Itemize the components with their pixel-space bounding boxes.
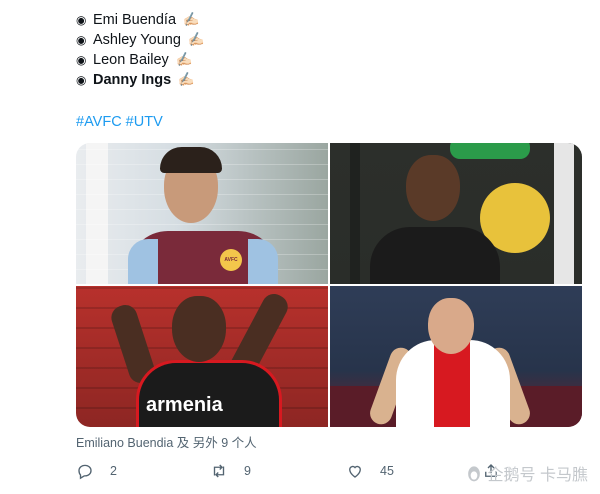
hashtags: #AVFC #UTV	[76, 114, 167, 130]
player-name: Leon Bailey	[93, 52, 169, 68]
writing-hand-icon: ✍🏻	[176, 70, 196, 89]
hair	[160, 147, 222, 173]
like-button[interactable]: 45	[346, 462, 394, 480]
retweet-button[interactable]: 9	[210, 462, 251, 480]
heart-icon	[349, 465, 361, 478]
reply-count: 2	[110, 464, 117, 478]
reply-button[interactable]: 2	[76, 462, 117, 480]
list-item: ◉ Leon Bailey ✍🏻	[76, 50, 586, 70]
sponsor-text: armenia	[146, 394, 223, 416]
bullet-icon: ◉	[76, 53, 87, 67]
gym-sign	[450, 143, 530, 159]
player-list: ◉ Emi Buendía ✍🏻 ◉ Ashley Young ✍🏻 ◉ Leo…	[76, 10, 586, 90]
photo-leon-bailey[interactable]: armenia	[76, 286, 328, 427]
watermark-text: 企鹅号 卡马膲	[487, 467, 588, 484]
bullet-icon: ◉	[76, 13, 87, 27]
player-head	[428, 298, 474, 354]
hashtag-link[interactable]: #AVFC	[76, 114, 122, 130]
player-head	[172, 296, 226, 362]
photo-emi-buendia[interactable]: AVFC	[76, 143, 328, 284]
writing-hand-icon: ✍🏻	[181, 10, 201, 29]
player-head	[406, 155, 460, 221]
player-name: Emi Buendía	[93, 12, 177, 28]
player-name: Danny Ings	[93, 72, 172, 88]
gym-bar	[350, 143, 360, 284]
list-item: ◉ Emi Buendía ✍🏻	[76, 10, 586, 30]
reply-icon	[78, 464, 92, 480]
tagged-people[interactable]: Emiliano Buendia 及 另外 9 个人	[76, 432, 257, 451]
bullet-icon: ◉	[76, 73, 87, 87]
list-item: ◉ Danny Ings ✍🏻	[76, 70, 586, 90]
jersey	[370, 227, 500, 284]
player-name: Ashley Young	[93, 32, 181, 48]
list-item: ◉ Ashley Young ✍🏻	[76, 30, 586, 50]
rack-post	[554, 143, 574, 284]
photo-ashley-young[interactable]	[330, 143, 582, 284]
like-count: 45	[380, 464, 394, 478]
club-badge: AVFC	[220, 249, 242, 271]
retweet-count: 9	[244, 464, 251, 478]
photo-danny-ings[interactable]	[330, 286, 582, 427]
tweet-body: ◉ Emi Buendía ✍🏻 ◉ Ashley Young ✍🏻 ◉ Leo…	[76, 10, 586, 480]
jersey-sleeve	[128, 239, 158, 284]
hashtag-link[interactable]: #UTV	[126, 114, 163, 130]
jersey-sleeve	[248, 239, 278, 284]
watermark: 企鹅号 卡马膲	[464, 461, 588, 485]
penguin-icon	[467, 466, 480, 482]
photo-grid: AVFC armenia	[76, 143, 582, 427]
retweet-icon	[213, 464, 225, 478]
bullet-icon: ◉	[76, 33, 87, 47]
